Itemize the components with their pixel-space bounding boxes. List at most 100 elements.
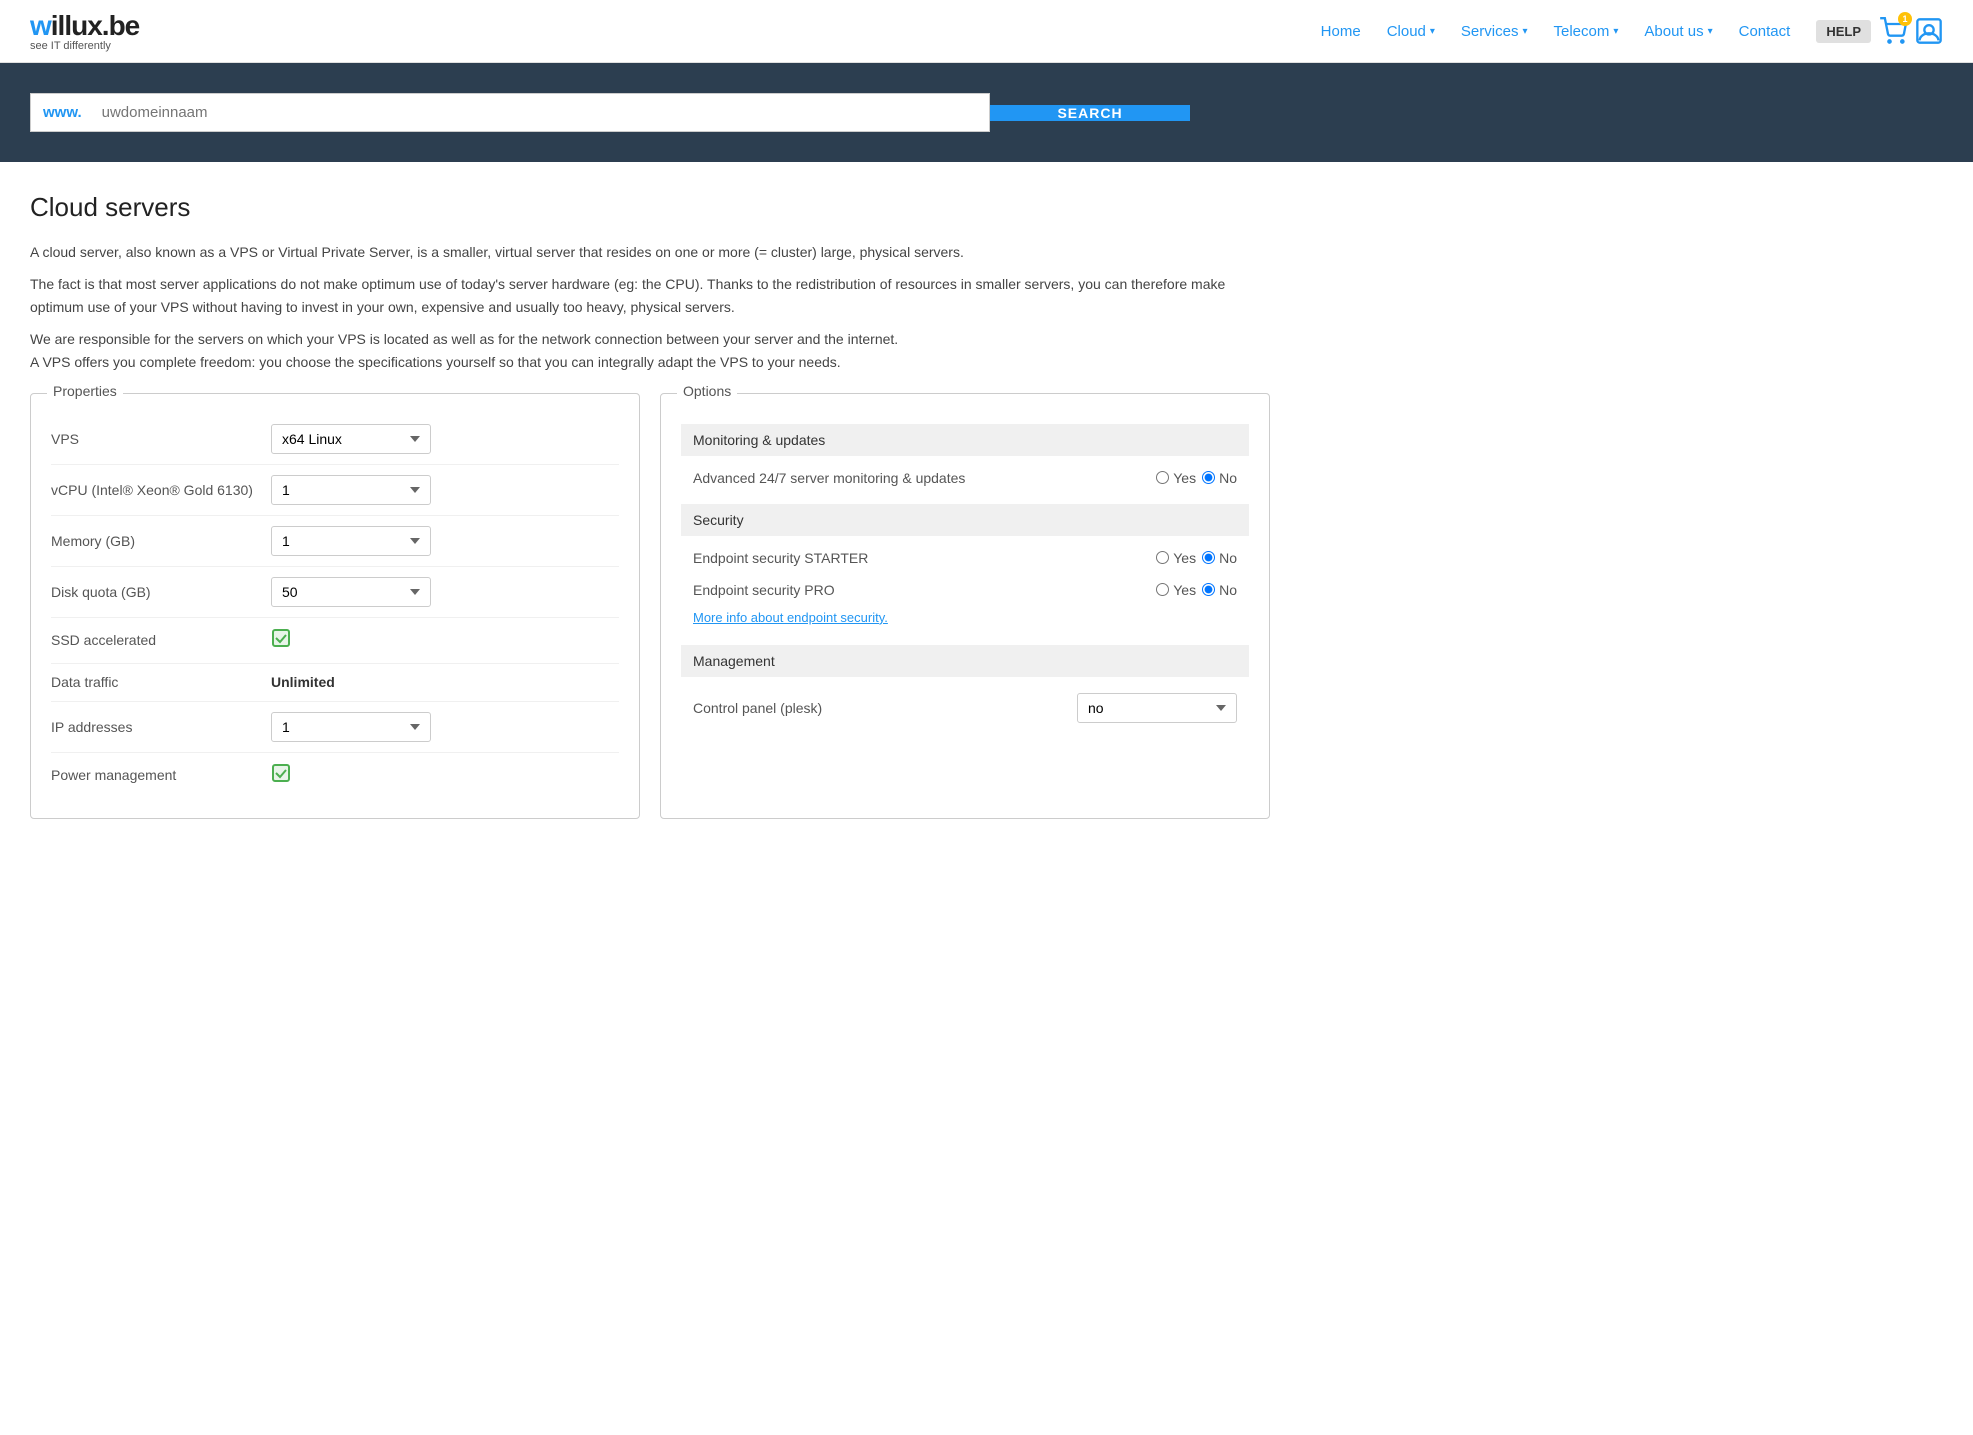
account-button[interactable] xyxy=(1915,17,1943,45)
prop-disk: Disk quota (GB) 50100200500 xyxy=(51,567,619,618)
option-security-pro: Endpoint security PRO Yes No xyxy=(681,574,1249,606)
nav-home[interactable]: Home xyxy=(1311,17,1371,46)
logo-tagline: see IT differently xyxy=(30,40,139,52)
prop-memory-value: 124816 xyxy=(271,526,619,556)
nav-cloud[interactable]: Cloud ▾ xyxy=(1377,17,1445,46)
logo-text: willux.be xyxy=(30,10,139,42)
section-security: Security xyxy=(681,504,1249,536)
power-check-icon xyxy=(271,767,291,787)
security-starter-yes-radio[interactable] xyxy=(1156,551,1169,564)
prop-power-value xyxy=(271,763,619,788)
prop-power: Power management xyxy=(51,753,619,798)
nav-services[interactable]: Services ▾ xyxy=(1451,17,1538,46)
prop-disk-label: Disk quota (GB) xyxy=(51,584,271,600)
option-monitoring: Advanced 24/7 server monitoring & update… xyxy=(681,462,1249,494)
logo-rest: illux.be xyxy=(51,10,139,41)
option-security-starter: Endpoint security STARTER Yes No xyxy=(681,542,1249,574)
options-panel: Options Monitoring & updates Advanced 24… xyxy=(660,393,1270,819)
cart-badge: 1 xyxy=(1898,12,1912,26)
control-panel-label: Control panel (plesk) xyxy=(693,700,1057,716)
search-button[interactable]: SEARCH xyxy=(990,105,1190,121)
security-starter-radio-group: Yes No xyxy=(1156,550,1237,566)
prop-traffic: Data traffic Unlimited xyxy=(51,664,619,702)
services-arrow-icon: ▾ xyxy=(1522,26,1527,37)
monitoring-no-label[interactable]: No xyxy=(1202,470,1237,486)
prop-disk-value: 50100200500 xyxy=(271,577,619,607)
section-management: Management xyxy=(681,645,1249,677)
monitoring-yes-radio[interactable] xyxy=(1156,471,1169,484)
ip-select[interactable]: 1234 xyxy=(271,712,431,742)
cloud-arrow-icon: ▾ xyxy=(1430,26,1435,37)
prop-ip: IP addresses 1234 xyxy=(51,702,619,753)
prop-vcpu: vCPU (Intel® Xeon® Gold 6130) 1248 xyxy=(51,465,619,516)
control-panel-select[interactable]: no yes xyxy=(1077,693,1237,723)
security-pro-no-label[interactable]: No xyxy=(1202,582,1237,598)
security-starter-yes-label[interactable]: Yes xyxy=(1156,550,1196,566)
panels: Properties VPS x64 Linux x64 Windows vCP… xyxy=(30,393,1270,819)
traffic-text: Unlimited xyxy=(271,674,335,690)
prop-vcpu-value: 1248 xyxy=(271,475,619,505)
cart-button[interactable]: 1 xyxy=(1879,17,1907,45)
page-title: Cloud servers xyxy=(30,192,1270,223)
nav-contact[interactable]: Contact xyxy=(1729,17,1801,46)
prop-ssd-value xyxy=(271,628,619,653)
prop-vps-label: VPS xyxy=(51,431,271,447)
prop-memory-label: Memory (GB) xyxy=(51,533,271,549)
logo: willux.be see IT differently xyxy=(30,10,139,52)
search-input[interactable] xyxy=(94,94,989,131)
monitoring-radio-group: Yes No xyxy=(1156,470,1237,486)
prop-traffic-value: Unlimited xyxy=(271,674,619,691)
intro-p2: The fact is that most server application… xyxy=(30,273,1270,318)
about-arrow-icon: ▾ xyxy=(1708,26,1713,37)
prop-ssd: SSD accelerated xyxy=(51,618,619,664)
properties-title: Properties xyxy=(47,383,123,399)
security-pro-yes-label[interactable]: Yes xyxy=(1156,582,1196,598)
security-link-area: More info about endpoint security. xyxy=(681,606,1249,635)
vps-select[interactable]: x64 Linux x64 Windows xyxy=(271,424,431,454)
telecom-arrow-icon: ▾ xyxy=(1613,26,1618,37)
vcpu-select[interactable]: 1248 xyxy=(271,475,431,505)
intro-p3: We are responsible for the servers on wh… xyxy=(30,328,1270,373)
properties-panel: Properties VPS x64 Linux x64 Windows vCP… xyxy=(30,393,640,819)
security-pro-radio-group: Yes No xyxy=(1156,582,1237,598)
www-label: www. xyxy=(31,94,94,131)
prop-power-label: Power management xyxy=(51,767,271,783)
security-pro-no-radio[interactable] xyxy=(1202,583,1215,596)
nav-about-us[interactable]: About us ▾ xyxy=(1634,17,1722,46)
memory-select[interactable]: 124816 xyxy=(271,526,431,556)
prop-ip-label: IP addresses xyxy=(51,719,271,735)
intro-p1: A cloud server, also known as a VPS or V… xyxy=(30,241,1270,263)
prop-traffic-label: Data traffic xyxy=(51,674,271,690)
prop-memory: Memory (GB) 124816 xyxy=(51,516,619,567)
main-nav: Home Cloud ▾ Services ▾ Telecom ▾ About … xyxy=(1311,17,1943,46)
nav-icons: HELP 1 xyxy=(1816,17,1943,45)
main-content: Cloud servers A cloud server, also known… xyxy=(0,162,1300,849)
monitoring-yes-label[interactable]: Yes xyxy=(1156,470,1196,486)
help-button[interactable]: HELP xyxy=(1816,20,1871,43)
section-monitoring: Monitoring & updates xyxy=(681,424,1249,456)
ssd-check-icon xyxy=(271,632,291,652)
security-pro-yes-radio[interactable] xyxy=(1156,583,1169,596)
monitoring-no-radio[interactable] xyxy=(1202,471,1215,484)
intro-text: A cloud server, also known as a VPS or V… xyxy=(30,241,1270,373)
prop-ssd-label: SSD accelerated xyxy=(51,632,271,648)
account-icon xyxy=(1915,17,1943,45)
prop-ip-value: 1234 xyxy=(271,712,619,742)
security-starter-no-radio[interactable] xyxy=(1202,551,1215,564)
search-bar: www. SEARCH xyxy=(0,63,1973,162)
nav-telecom[interactable]: Telecom ▾ xyxy=(1543,17,1628,46)
monitoring-label: Advanced 24/7 server monitoring & update… xyxy=(693,470,1144,486)
security-starter-label: Endpoint security STARTER xyxy=(693,550,1144,566)
security-starter-no-label[interactable]: No xyxy=(1202,550,1237,566)
endpoint-security-link[interactable]: More info about endpoint security. xyxy=(693,610,888,625)
mgmt-control-panel: Control panel (plesk) no yes xyxy=(681,683,1249,733)
logo-w: w xyxy=(30,10,51,41)
prop-vcpu-label: vCPU (Intel® Xeon® Gold 6130) xyxy=(51,482,271,498)
prop-vps-value: x64 Linux x64 Windows xyxy=(271,424,619,454)
security-pro-label: Endpoint security PRO xyxy=(693,582,1144,598)
options-title: Options xyxy=(677,383,737,399)
disk-select[interactable]: 50100200500 xyxy=(271,577,431,607)
prop-vps: VPS x64 Linux x64 Windows xyxy=(51,414,619,465)
search-input-wrap: www. xyxy=(30,93,990,132)
header: willux.be see IT differently Home Cloud … xyxy=(0,0,1973,63)
